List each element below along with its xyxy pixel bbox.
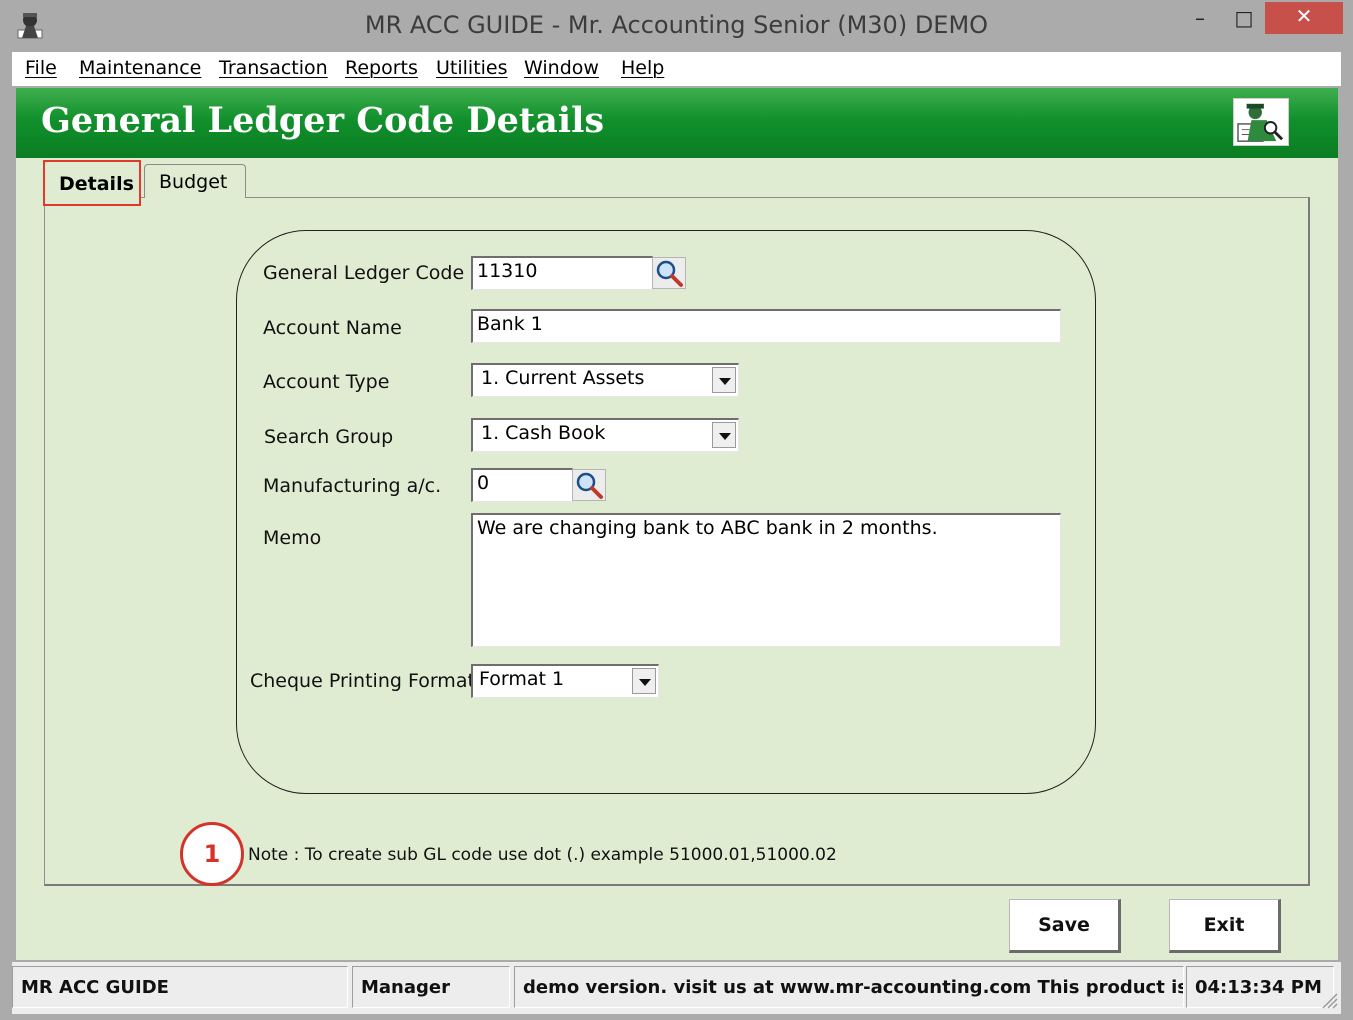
account-type-select[interactable]: 1. Current Assets: [471, 363, 739, 397]
gl-code-input[interactable]: 11310: [471, 256, 653, 290]
save-button[interactable]: Save: [1009, 899, 1121, 953]
annotation-marker: 1: [180, 822, 244, 886]
search-group-label: Search Group: [264, 426, 394, 448]
chevron-down-icon[interactable]: [712, 367, 736, 393]
chevron-down-icon[interactable]: [632, 668, 656, 694]
gl-code-lookup-button[interactable]: [652, 257, 686, 289]
form-header: General Ledger Code Details: [16, 88, 1338, 158]
account-type-value: 1. Current Assets: [481, 367, 645, 389]
chevron-down-icon[interactable]: [712, 422, 736, 448]
memo-textarea[interactable]: We are changing bank to ABC bank in 2 mo…: [471, 513, 1061, 647]
menu-transaction[interactable]: Transaction: [219, 57, 328, 79]
status-clock: 04:13:34 PM: [1186, 966, 1334, 1008]
status-app-name: MR ACC GUIDE: [12, 966, 348, 1008]
close-button[interactable]: ✕: [1265, 2, 1343, 34]
magnifier-icon: [656, 260, 683, 287]
maximize-button[interactable]: □: [1227, 4, 1261, 34]
account-type-label: Account Type: [263, 371, 390, 393]
account-name-input[interactable]: Bank 1: [471, 309, 1061, 343]
tab-details[interactable]: Details: [43, 160, 141, 206]
resize-grip-icon[interactable]: [1317, 988, 1339, 1010]
gl-code-label: General Ledger Code: [263, 262, 465, 284]
tab-budget[interactable]: Budget: [144, 164, 246, 198]
status-bar: MR ACC GUIDE Manager demo version. visit…: [12, 962, 1341, 1014]
account-name-label: Account Name: [263, 317, 402, 339]
page-title: General Ledger Code Details: [41, 100, 605, 141]
manufacturing-lookup-button[interactable]: [572, 469, 606, 501]
manufacturing-input[interactable]: 0: [471, 468, 573, 502]
cheque-format-select[interactable]: Format 1: [471, 664, 659, 698]
memo-label: Memo: [263, 527, 322, 549]
menu-maintenance[interactable]: Maintenance: [79, 57, 201, 79]
note-text: Note : To create sub GL code use dot (.)…: [248, 845, 837, 865]
search-group-select[interactable]: 1. Cash Book: [471, 418, 739, 452]
minimize-button[interactable]: –: [1183, 4, 1217, 34]
menu-reports[interactable]: Reports: [345, 57, 418, 79]
title-bar: MR ACC GUIDE - Mr. Accounting Senior (M3…: [0, 0, 1353, 52]
search-group-value: 1. Cash Book: [481, 422, 606, 444]
menu-bar: File Maintenance Transaction Reports Uti…: [12, 52, 1341, 86]
cheque-format-label: Cheque Printing Format: [250, 670, 475, 692]
magnifier-icon: [576, 472, 603, 499]
cheque-format-value: Format 1: [479, 668, 565, 690]
manufacturing-label: Manufacturing a/c.: [263, 475, 442, 497]
status-user: Manager: [352, 966, 510, 1008]
menu-utilities[interactable]: Utilities: [436, 57, 508, 79]
gl-code-details-form: General Ledger Code Details Budget Detai…: [16, 88, 1338, 960]
status-message: demo version. visit us at www.mr-account…: [514, 966, 1184, 1008]
app-window: MR ACC GUIDE - Mr. Accounting Senior (M3…: [0, 0, 1353, 1020]
exit-button[interactable]: Exit: [1169, 899, 1281, 953]
accountant-logo-icon: [1233, 98, 1289, 146]
menu-file[interactable]: File: [25, 57, 57, 79]
menu-window[interactable]: Window: [524, 57, 599, 79]
window-title: MR ACC GUIDE - Mr. Accounting Senior (M3…: [364, 11, 989, 39]
menu-help[interactable]: Help: [621, 57, 664, 79]
